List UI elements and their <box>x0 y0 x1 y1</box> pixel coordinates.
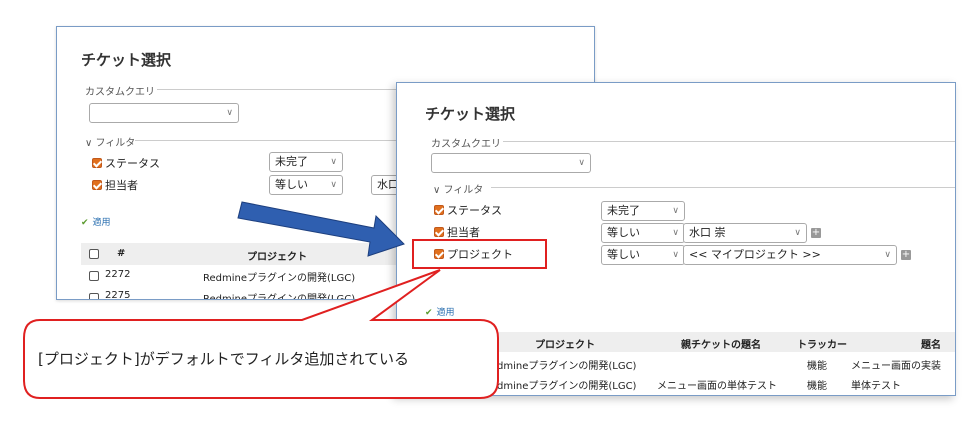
front-project-add-icon[interactable]: + <box>901 250 911 260</box>
front-col-tracker: トラッカー <box>797 340 847 351</box>
front-project-value-select[interactable]: << マイプロジェクト >> ∨ <box>683 245 897 265</box>
back-panel-title: チケット選択 <box>81 51 172 69</box>
front-row-tracker[interactable]: 機能 <box>807 357 827 372</box>
front-status-operator-select[interactable]: 未完了 ∨ <box>601 201 685 221</box>
chevron-down-icon: ∨ <box>330 157 337 167</box>
back-assignee-checkbox[interactable] <box>92 180 102 190</box>
back-status-checkbox[interactable] <box>92 158 102 168</box>
chevron-down-icon: ∨ <box>578 158 585 168</box>
checkmark-icon: ✔ <box>81 218 89 228</box>
front-assignee-operator-value: 等しい <box>607 226 640 239</box>
front-filter-divider <box>491 187 955 188</box>
front-row-subject[interactable]: 単体テスト <box>851 377 901 392</box>
callout-text: [プロジェクト]がデフォルトでフィルタ追加されている <box>38 350 409 368</box>
chevron-down-icon: ∨ <box>330 180 337 190</box>
back-assignee-operator-select[interactable]: 等しい ∨ <box>269 175 343 195</box>
back-select-all-checkbox[interactable] <box>89 249 99 259</box>
front-assignee-operator-select[interactable]: 等しい ∨ <box>601 223 685 243</box>
front-project-operator-select[interactable]: 等しい ∨ <box>601 245 685 265</box>
front-assignee-label: 担当者 <box>447 226 480 239</box>
back-status-operator-select[interactable]: 未完了 ∨ <box>269 152 343 172</box>
front-col-parent: 親チケットの題名 <box>681 340 761 351</box>
chevron-down-icon: ∨ <box>672 250 679 260</box>
chevron-down-icon: ∨ <box>884 250 891 260</box>
chevron-down-icon: ∨ <box>672 206 679 216</box>
front-assignee-value-select[interactable]: 水口 崇 ∨ <box>683 223 807 243</box>
front-row-project[interactable]: dmineプラグインの開発(LGC) <box>497 377 636 392</box>
back-col-id: # <box>117 248 126 259</box>
front-row-subject[interactable]: メニュー画面の実装 <box>851 357 941 372</box>
back-status-label: ステータス <box>105 157 160 170</box>
front-custom-query-select[interactable]: ∨ <box>431 153 591 173</box>
front-status-checkbox[interactable] <box>434 205 444 215</box>
front-project-operator-value: 等しい <box>607 248 640 261</box>
chevron-down-icon: ∨ <box>226 108 233 118</box>
front-row-tracker[interactable]: 機能 <box>807 377 827 392</box>
front-status-label: ステータス <box>447 204 502 217</box>
front-panel-title: チケット選択 <box>425 105 516 123</box>
back-assignee-operator-value: 等しい <box>275 178 308 191</box>
back-custom-query-select[interactable]: ∨ <box>89 103 239 123</box>
back-filter-toggle[interactable]: ∨ フィルタ <box>85 134 135 149</box>
front-row-project[interactable]: dmineプラグインの開発(LGC) <box>497 357 636 372</box>
front-col-subject: 題名 <box>921 340 941 351</box>
arrow-icon <box>237 201 405 257</box>
back-apply-link[interactable]: ✔ 適用 <box>81 215 111 228</box>
project-filter-highlight <box>412 239 547 269</box>
front-custom-query-label: カスタムクエリ <box>431 139 501 150</box>
callout-bubble <box>23 269 499 399</box>
front-filter-toggle[interactable]: ∨ フィルタ <box>433 181 483 196</box>
front-assignee-add-icon[interactable]: + <box>811 228 821 238</box>
back-assignee-label: 担当者 <box>105 179 138 192</box>
front-project-value: << マイプロジェクト >> <box>689 248 821 261</box>
front-status-operator-value: 未完了 <box>607 204 640 217</box>
chevron-down-icon: ∨ <box>672 228 679 238</box>
front-row-parent[interactable]: メニュー画面の単体テスト <box>657 377 777 392</box>
back-custom-query-label: カスタムクエリ <box>85 87 155 98</box>
chevron-down-icon: ∨ <box>794 228 801 238</box>
front-col-project: プロジェクト <box>535 340 595 351</box>
front-assignee-value: 水口 崇 <box>689 226 726 239</box>
front-custom-query-divider <box>503 141 955 142</box>
front-assignee-checkbox[interactable] <box>434 227 444 237</box>
back-apply-label: 適用 <box>92 218 111 228</box>
back-status-operator-value: 未完了 <box>275 155 308 168</box>
